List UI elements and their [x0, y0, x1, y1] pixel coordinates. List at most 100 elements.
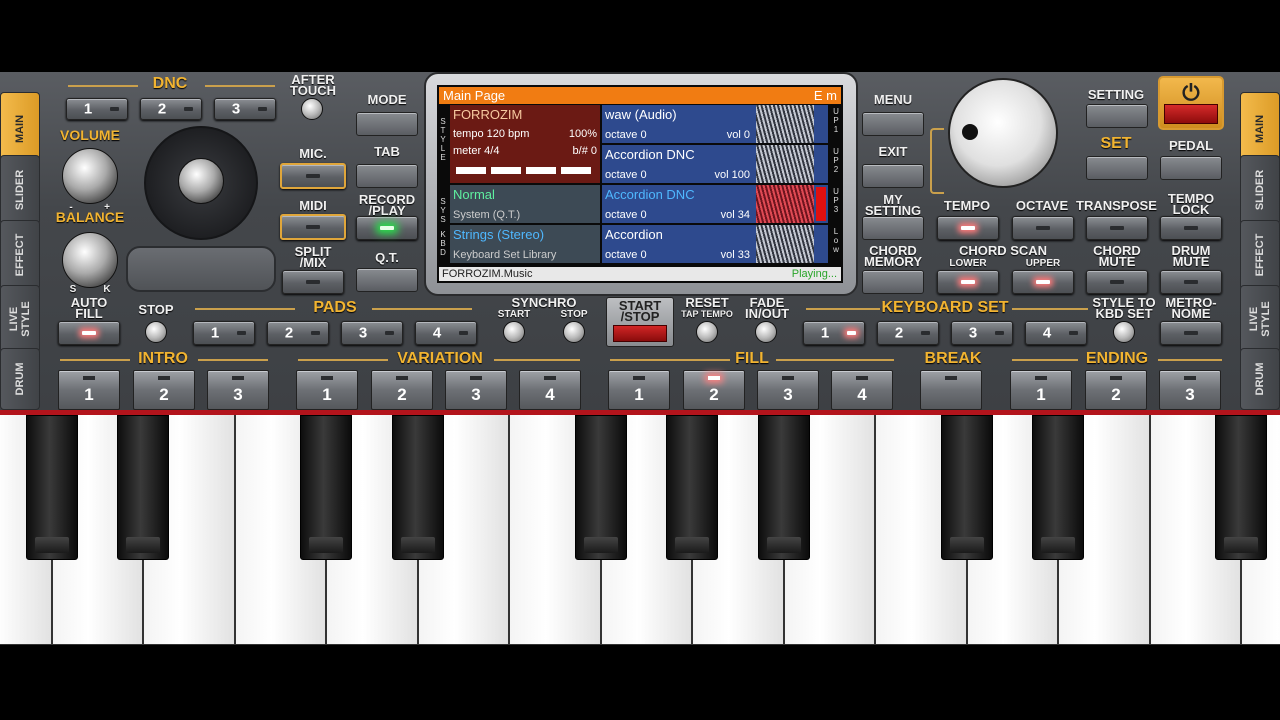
joystick-handle[interactable] [178, 158, 224, 204]
pad-number: 2 [709, 385, 719, 404]
transpose-button[interactable] [1086, 216, 1148, 240]
pad-button-3[interactable]: 3 [341, 321, 403, 345]
fill-pad-4[interactable]: 4 [831, 370, 893, 410]
side-tab-slider-left[interactable]: SLIDER [0, 155, 40, 225]
style-cell[interactable]: FORROZIM tempo 120 bpm 100% meter 4/4 b/… [450, 105, 600, 183]
mic-button[interactable] [280, 163, 346, 189]
side-tab-effect-right[interactable]: EFFECT [1240, 220, 1280, 290]
black-key[interactable] [757, 415, 810, 560]
variation-pad-2[interactable]: 2 [371, 370, 433, 410]
break-pad[interactable] [920, 370, 982, 410]
chord-mute-button[interactable] [1086, 270, 1148, 294]
synchro-stop-knob[interactable] [563, 321, 585, 343]
metronome-button[interactable] [1160, 321, 1222, 345]
dial-bracket [930, 128, 944, 194]
system-cell[interactable]: Normal System (Q.T.) [450, 185, 600, 223]
upper2-name: Accordion DNC [605, 147, 695, 162]
intro-pad-3[interactable]: 3 [207, 370, 269, 410]
upper3-cell[interactable]: Accordion DNC octave 0 vol 34 [602, 185, 828, 223]
fade-knob[interactable] [755, 321, 777, 343]
menu-button[interactable] [862, 112, 924, 136]
keyboard-set-button-2[interactable]: 2 [877, 321, 939, 345]
black-key[interactable] [25, 415, 78, 560]
upper2-cell[interactable]: Accordion DNC octave 0 vol 100 [602, 145, 828, 183]
led-indicator [110, 107, 119, 111]
ending-pad-3[interactable]: 3 [1159, 370, 1221, 410]
balance-knob[interactable] [62, 232, 118, 288]
side-tab-drum-left[interactable]: DRUM [0, 348, 40, 410]
chord-scan-lower-button[interactable] [937, 270, 999, 294]
pad-button-2[interactable]: 2 [267, 321, 329, 345]
black-key[interactable] [666, 415, 718, 560]
ending-pad-1[interactable]: 1 [1010, 370, 1072, 410]
black-key[interactable] [1215, 415, 1267, 560]
dnc-button-2[interactable]: 2 [140, 98, 202, 120]
exit-button[interactable] [862, 164, 924, 188]
chord-scan-upper-button[interactable] [1012, 270, 1074, 294]
side-tab-slider-right[interactable]: SLIDER [1240, 155, 1280, 225]
button-number: 4 [432, 324, 442, 342]
led-indicator [1184, 226, 1198, 230]
pedal-button[interactable] [1160, 156, 1222, 180]
fill-pad-1[interactable]: 1 [608, 370, 670, 410]
lower-cell[interactable]: Accordion octave 0 vol 33 [602, 225, 828, 263]
chord-memory-button[interactable] [862, 270, 924, 294]
upper3-octave: octave 0 [605, 209, 647, 221]
keyboard-set-cell[interactable]: Strings (Stereo) Keyboard Set Library [450, 225, 600, 263]
variation-pad-4[interactable]: 4 [519, 370, 581, 410]
power-button[interactable]: ⏻ [1158, 76, 1224, 130]
intro-pad-2[interactable]: 2 [133, 370, 195, 410]
black-key[interactable] [300, 415, 352, 560]
side-tab-drum-right[interactable]: DRUM [1240, 348, 1280, 410]
data-dial[interactable] [948, 78, 1058, 188]
pad-button-4[interactable]: 4 [415, 321, 477, 345]
keyboard-set-button-1[interactable]: 1 [803, 321, 865, 345]
after-touch-knob[interactable] [301, 98, 323, 120]
drum-mute-button[interactable] [1160, 270, 1222, 294]
tempo-button[interactable] [937, 216, 999, 240]
keyboard-set-button-3[interactable]: 3 [951, 321, 1013, 345]
pads-stop-knob[interactable] [145, 321, 167, 343]
black-key[interactable] [391, 415, 444, 560]
reset-knob[interactable] [696, 321, 718, 343]
black-key[interactable] [940, 415, 993, 560]
fill-pad-3[interactable]: 3 [757, 370, 819, 410]
qt-button[interactable] [356, 268, 418, 292]
record-play-button[interactable] [356, 216, 418, 240]
black-key[interactable] [117, 415, 169, 560]
upper1-volume: vol 0 [726, 129, 750, 141]
intro-pad-1[interactable]: 1 [58, 370, 120, 410]
synchro-start-knob[interactable] [503, 321, 525, 343]
fill-pad-2[interactable]: 2 [683, 370, 745, 410]
variation-pad-3[interactable]: 3 [445, 370, 507, 410]
tempo-lock-button[interactable] [1160, 216, 1222, 240]
auto-fill-button[interactable] [58, 321, 120, 345]
side-tab-live-style-left[interactable]: LIVE STYLE [0, 285, 40, 353]
mode-button[interactable] [356, 112, 418, 136]
button-number: 1 [210, 324, 220, 342]
variation-pad-1[interactable]: 1 [296, 370, 358, 410]
pad-button-1[interactable]: 1 [193, 321, 255, 345]
my-setting-button[interactable] [862, 216, 924, 240]
octave-button[interactable] [1012, 216, 1074, 240]
setting-button[interactable] [1086, 104, 1148, 128]
ending-pad-2[interactable]: 2 [1085, 370, 1147, 410]
dnc-button-1[interactable]: 1 [66, 98, 128, 120]
black-key[interactable] [1032, 415, 1084, 560]
start-stop-button[interactable]: START /STOP [606, 297, 674, 347]
black-key[interactable] [574, 415, 627, 560]
volume-knob[interactable] [62, 148, 118, 204]
keyboard-set-button-4[interactable]: 4 [1025, 321, 1087, 345]
reset-label: RESET [685, 295, 729, 310]
dnc-button-3[interactable]: 3 [214, 98, 276, 120]
pitch-bend-pad[interactable] [126, 246, 276, 292]
set-button[interactable] [1086, 156, 1148, 180]
divider [68, 85, 138, 87]
split-mix-button[interactable] [282, 270, 344, 294]
tab-button[interactable] [356, 164, 418, 188]
side-tab-effect-left[interactable]: EFFECT [0, 220, 40, 290]
upper1-cell[interactable]: waw (Audio) octave 0 vol 0 [602, 105, 828, 143]
style-to-kbd-knob[interactable] [1113, 321, 1135, 343]
midi-button[interactable] [280, 214, 346, 240]
side-tab-live-style-right[interactable]: LIVE STYLE [1240, 285, 1280, 353]
